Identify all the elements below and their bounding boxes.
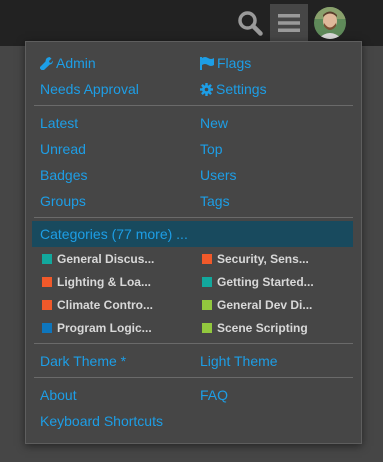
category-color-swatch [42, 300, 52, 310]
needs-approval-link[interactable]: Needs Approval [40, 81, 139, 97]
category-name: Program Logic... [57, 321, 152, 335]
category-color-swatch [42, 254, 52, 264]
admin-label: Admin [56, 55, 96, 71]
tags-link[interactable]: Tags [200, 193, 230, 209]
users-link[interactable]: Users [200, 167, 237, 183]
category-name: Getting Started... [217, 275, 314, 289]
flags-link[interactable]: Flags [200, 55, 251, 71]
category-name: Climate Contro... [57, 298, 154, 312]
groups-link[interactable]: Groups [40, 193, 86, 209]
settings-link[interactable]: Settings [200, 81, 267, 97]
category-name: General Discus... [57, 252, 155, 266]
category-link[interactable]: Climate Contro... [42, 298, 153, 312]
category-name: Security, Sens... [217, 252, 309, 266]
top-link[interactable]: Top [200, 141, 223, 157]
category-link[interactable]: Program Logic... [42, 321, 152, 335]
unread-link[interactable]: Unread [40, 141, 86, 157]
top-header [0, 0, 383, 46]
category-name: Scene Scripting [217, 321, 308, 335]
category-link[interactable]: Security, Sens... [202, 252, 309, 266]
category-color-swatch [202, 254, 212, 264]
avatar-icon [314, 7, 346, 39]
settings-label: Settings [216, 81, 267, 97]
about-link[interactable]: About [40, 387, 77, 403]
faq-link[interactable]: FAQ [200, 387, 228, 403]
keyboard-shortcuts-link[interactable]: Keyboard Shortcuts [40, 413, 163, 429]
category-link[interactable]: General Dev Di... [202, 298, 312, 312]
menu-divider [34, 343, 353, 344]
category-name: General Dev Di... [217, 298, 313, 312]
category-link[interactable]: Getting Started... [202, 275, 314, 289]
badges-link[interactable]: Badges [40, 167, 87, 183]
search-icon [238, 11, 263, 36]
category-name: Lighting & Loa... [57, 275, 151, 289]
flags-label: Flags [217, 55, 252, 71]
category-color-swatch [42, 277, 52, 287]
category-link[interactable]: Lighting & Loa... [42, 275, 151, 289]
search-button[interactable] [231, 4, 269, 42]
admin-link[interactable]: Admin [40, 55, 96, 71]
menu-divider [34, 105, 353, 106]
categories-header-label: Categories (77 more) ... [40, 226, 188, 242]
new-link[interactable]: New [200, 115, 228, 131]
gear-icon [200, 83, 213, 96]
light-theme-link[interactable]: Light Theme [200, 353, 278, 369]
flag-icon [200, 57, 214, 70]
category-color-swatch [42, 323, 52, 333]
category-link[interactable]: General Discus... [42, 252, 154, 266]
latest-link[interactable]: Latest [40, 115, 78, 131]
categories-header-link[interactable]: Categories (77 more) ... [32, 221, 353, 247]
hamburger-menu-panel: Admin Flags Needs Approval Settings Late… [25, 41, 362, 444]
dark-theme-link[interactable]: Dark Theme * [40, 353, 126, 369]
category-color-swatch [202, 323, 212, 333]
category-color-swatch [202, 300, 212, 310]
wrench-icon [40, 57, 53, 70]
category-color-swatch [202, 277, 212, 287]
menu-divider [34, 217, 353, 218]
user-avatar[interactable] [314, 7, 346, 39]
hamburger-menu-button[interactable] [270, 4, 308, 42]
menu-divider [34, 377, 353, 378]
category-link[interactable]: Scene Scripting [202, 321, 308, 335]
hamburger-menu-icon [278, 14, 300, 32]
